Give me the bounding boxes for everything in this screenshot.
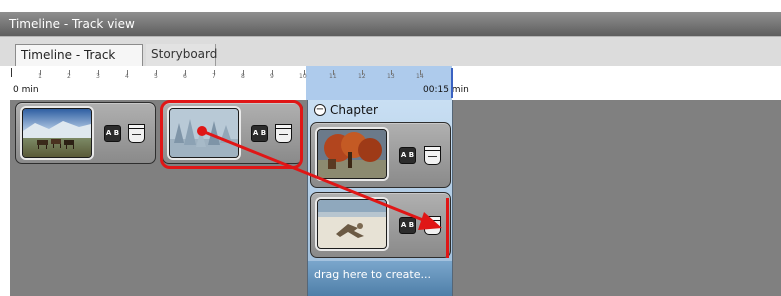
drag-arrow-line xyxy=(201,129,429,224)
drag-start-dot xyxy=(197,126,207,136)
drag-arrow-overlay xyxy=(197,126,442,230)
drag-arrow-head xyxy=(418,212,442,230)
